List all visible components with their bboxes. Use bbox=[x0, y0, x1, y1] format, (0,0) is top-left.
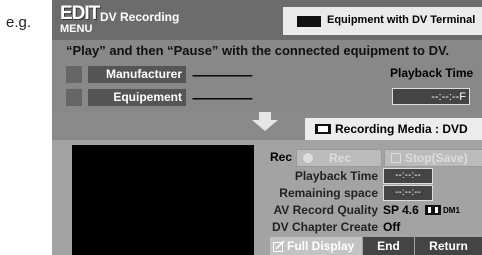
record-dot-icon bbox=[303, 153, 313, 163]
dv-chapter-create-label: DV Chapter Create bbox=[271, 220, 378, 234]
av-record-quality-label: AV Record Quality bbox=[273, 203, 378, 217]
rec-label: Rec bbox=[270, 150, 293, 164]
full-display-button[interactable]: Full Display bbox=[270, 237, 362, 255]
av-record-quality-value: SP 4.6 bbox=[383, 203, 419, 217]
dv-terminal-icon bbox=[297, 16, 321, 27]
manufacturer-label: Manufacturer bbox=[88, 66, 186, 83]
dv-chapter-create-value: Off bbox=[383, 220, 401, 234]
manufacturer-value: -------------------- bbox=[192, 68, 253, 82]
page-title: DV Recording bbox=[100, 10, 180, 24]
end-button[interactable]: End bbox=[363, 237, 414, 255]
instruction-text: “Play” and then “Pause” with the connect… bbox=[66, 43, 450, 58]
edit-menu-logo: EDIT MENU bbox=[60, 3, 100, 35]
media-icon bbox=[315, 124, 331, 134]
return-button[interactable]: Return bbox=[415, 237, 482, 255]
manufacturer-tab bbox=[66, 66, 82, 83]
stop-square-icon bbox=[391, 153, 401, 163]
logo-bottom-text: MENU bbox=[60, 23, 93, 35]
down-arrow-icon bbox=[252, 112, 278, 131]
rec-button-label: Rec bbox=[329, 151, 352, 165]
full-display-label: Full Display bbox=[287, 239, 355, 253]
playback-time-title: Playback Time bbox=[390, 66, 474, 80]
stop-save-label: Stop(Save) bbox=[405, 151, 468, 165]
example-label: e.g. bbox=[6, 14, 32, 31]
playback-time-label: Playback Time bbox=[294, 169, 378, 183]
equipment-label: Equipment with DV Terminal bbox=[327, 14, 476, 26]
remaining-space-label: Remaining space bbox=[279, 186, 378, 200]
quality-badge: DM1 bbox=[443, 206, 460, 215]
remaining-space-value: --:--:-- bbox=[383, 185, 433, 201]
recording-media-indicator: Recording Media : DVD bbox=[305, 118, 482, 140]
video-preview bbox=[72, 145, 254, 255]
equipment-label: Equipement bbox=[88, 89, 186, 106]
rec-button[interactable]: Rec bbox=[296, 149, 382, 167]
dual-mono-icon bbox=[425, 205, 441, 215]
dv-recording-screen: EDIT MENU DV Recording Equipment with DV… bbox=[52, 0, 482, 255]
header-bar: EDIT MENU DV Recording Equipment with DV… bbox=[52, 0, 482, 40]
recording-media-label: Recording Media : DVD bbox=[335, 122, 468, 136]
playback-time-value: --:--:-- bbox=[383, 168, 433, 184]
logo-top-text: EDIT bbox=[60, 3, 100, 24]
stop-save-button[interactable]: Stop(Save) bbox=[384, 149, 482, 167]
full-display-icon bbox=[273, 240, 285, 252]
playback-time-display: --:--:--F bbox=[392, 88, 470, 105]
equipment-tab bbox=[66, 89, 82, 106]
equipment-indicator: Equipment with DV Terminal bbox=[283, 7, 482, 35]
equipment-value: -------------------- bbox=[192, 91, 253, 105]
